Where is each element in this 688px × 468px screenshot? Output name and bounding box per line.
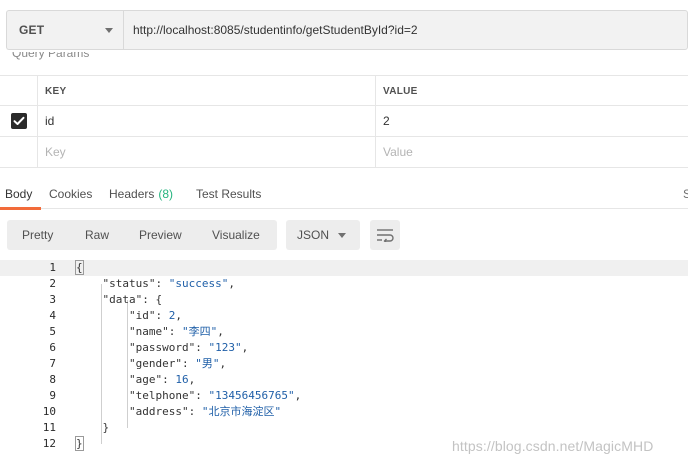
check-icon: [13, 116, 24, 125]
visualize-button[interactable]: Visualize: [212, 220, 260, 250]
url-input[interactable]: http://localhost:8085/studentinfo/getStu…: [123, 10, 688, 50]
new-key-input[interactable]: Key: [38, 137, 376, 167]
query-params-label: Query Params: [12, 52, 90, 60]
params-table: KEY VALUE id 2 Key Value: [0, 75, 688, 168]
wrap-lines-icon: [377, 229, 394, 242]
format-select[interactable]: JSON: [286, 220, 360, 250]
code-line: 5 "name": "李四",: [49, 325, 224, 338]
tab-headers[interactable]: Headers (8): [109, 178, 173, 209]
caret-down-icon: [105, 27, 113, 33]
format-label: JSON: [297, 228, 330, 242]
code-line: 1 {: [0, 260, 688, 276]
code-line: 3 "data": {: [49, 293, 163, 306]
response-body[interactable]: 1 { 2 "status": "success", 3 "data": { 4…: [0, 260, 688, 468]
param-value-field[interactable]: 2: [376, 106, 688, 136]
raw-button[interactable]: Raw: [85, 220, 109, 250]
code-line: 8 "age": 16,: [49, 373, 196, 386]
code-line: 4 "id": 2,: [49, 309, 182, 322]
code-line: 7 "gender": "男",: [49, 357, 227, 370]
active-tab-indicator: [0, 207, 41, 210]
headers-count: (8): [158, 186, 174, 201]
code-line: 9 "telphone": "13456456765",: [49, 389, 302, 402]
param-enabled-checkbox[interactable]: [10, 113, 27, 129]
code-line: 6 "password": "123",: [49, 341, 249, 354]
response-tabs: Body Cookies Headers (8) Test Results S: [0, 178, 688, 210]
value-column-header: VALUE: [383, 85, 418, 97]
truncated-status-text: S: [683, 186, 688, 201]
param-new-row: Key Value: [0, 137, 688, 168]
view-mode-group: Pretty Raw Preview Visualize: [7, 220, 277, 250]
param-row: id 2: [0, 106, 688, 137]
code-line: 11 }: [42, 421, 110, 434]
method-select[interactable]: GET: [6, 10, 123, 50]
request-bar: GET http://localhost:8085/studentinfo/ge…: [6, 10, 688, 50]
watermark: https://blog.csdn.net/MagicMHD: [452, 438, 654, 454]
key-column-header: KEY: [45, 85, 67, 97]
param-key-field[interactable]: id: [38, 106, 376, 136]
code-line: 2 "status": "success",: [49, 277, 235, 290]
method-label: GET: [19, 23, 45, 37]
new-value-input[interactable]: Value: [376, 137, 688, 167]
preview-button[interactable]: Preview: [139, 220, 182, 250]
params-header-row: KEY VALUE: [0, 75, 688, 106]
tab-cookies[interactable]: Cookies: [49, 178, 92, 209]
pretty-button[interactable]: Pretty: [22, 220, 53, 250]
tab-test-results[interactable]: Test Results: [196, 178, 261, 209]
tab-body[interactable]: Body: [5, 178, 32, 209]
wrap-lines-button[interactable]: [370, 220, 400, 250]
caret-down-icon: [338, 232, 346, 238]
code-line: 10 "address": "北京市海淀区": [42, 405, 282, 418]
